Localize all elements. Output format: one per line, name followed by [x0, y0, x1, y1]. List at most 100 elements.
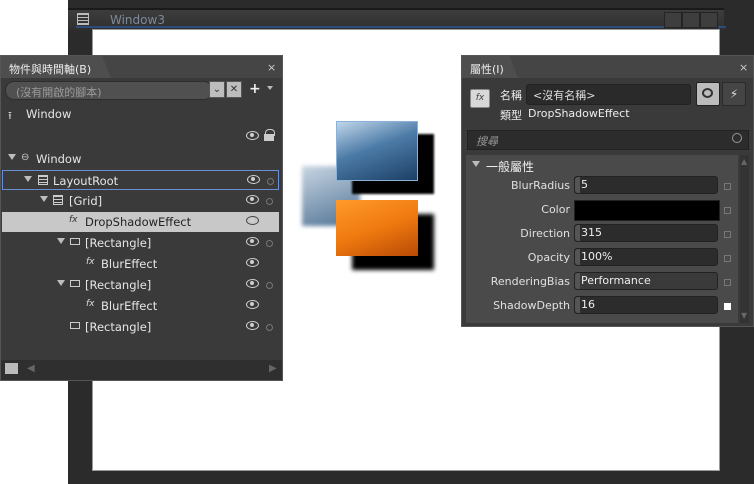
storyboard-placeholder: (沒有開啟的腳本): [16, 86, 102, 99]
panel-title: 屬性(I): [470, 63, 504, 76]
orange-rectangle[interactable]: [336, 200, 418, 256]
rectangle-icon: [70, 322, 80, 329]
tree-item-label: BlurEffect: [101, 299, 158, 313]
shape-group[interactable]: [300, 118, 440, 278]
category-header[interactable]: 一般屬性: [466, 156, 738, 174]
active-document-indicator: [76, 26, 726, 28]
property-row-shadowdepth[interactable]: ShadowDepth 16: [466, 294, 738, 318]
shadowdepth-input[interactable]: 16: [574, 296, 718, 314]
name-value: <沒有名稱>: [533, 89, 596, 102]
scroll-up-icon[interactable]: ▲: [741, 157, 747, 166]
advanced-options-icon[interactable]: [724, 183, 731, 190]
advanced-options-icon[interactable]: [724, 207, 731, 214]
visibility-header-row: [2, 127, 279, 147]
fx-icon: fx: [86, 257, 95, 267]
tree-item-label: [Grid]: [69, 194, 103, 208]
lock-dot-icon[interactable]: [266, 198, 273, 205]
eye-icon[interactable]: [246, 300, 259, 309]
lock-dot-icon[interactable]: [266, 240, 273, 247]
property-row-opacity[interactable]: Opacity 100%: [466, 246, 738, 270]
type-label: 類型: [500, 109, 522, 122]
tree-item-label: [Rectangle]: [85, 320, 152, 334]
tree-item-label: DropShadowEffect: [85, 215, 192, 229]
property-row-blurradius[interactable]: BlurRadius 5: [466, 174, 738, 198]
property-scrollbar[interactable]: ▲ ▼: [740, 155, 749, 323]
close-icon[interactable]: ×: [267, 61, 276, 74]
objects-timeline-panel: 物件與時間軸(B) × (沒有開啟的腳本) ⌄ ✕ + ⭱ Window ⊖ W…: [0, 55, 283, 381]
blue-rectangle[interactable]: [336, 121, 418, 181]
property-row-direction[interactable]: Direction 315: [466, 222, 738, 246]
expand-icon[interactable]: [8, 154, 16, 160]
advanced-options-icon[interactable]: [724, 255, 731, 262]
property-name: BlurRadius: [511, 179, 570, 192]
lock-dot-icon[interactable]: [266, 282, 273, 289]
minimize-button[interactable]: [664, 12, 682, 28]
name-field[interactable]: <沒有名稱>: [526, 84, 691, 105]
properties-view-button[interactable]: [696, 82, 720, 106]
advanced-options-icon[interactable]: [724, 303, 731, 310]
maximize-button[interactable]: [682, 12, 700, 28]
storyboard-dropdown-icon[interactable]: ⌄: [209, 81, 225, 98]
type-value: DropShadowEffect: [528, 107, 630, 120]
blurradius-input[interactable]: 5: [574, 176, 718, 194]
property-value: 315: [581, 226, 602, 239]
eye-icon[interactable]: [247, 175, 260, 184]
scroll-right-icon[interactable]: ▶: [269, 363, 277, 374]
tree-item-blureffect[interactable]: fx BlurEffect: [2, 296, 279, 316]
scroll-left-icon[interactable]: ◀: [27, 363, 35, 374]
close-window-button[interactable]: [700, 12, 718, 28]
tree-item-layoutroot[interactable]: LayoutRoot: [2, 170, 279, 190]
search-placeholder: 搜尋: [476, 135, 498, 148]
eye-icon[interactable]: [246, 237, 259, 246]
document-title: Window3: [110, 13, 165, 27]
panel-header: 物件與時間軸(B) ×: [1, 56, 282, 78]
property-value: Performance: [581, 274, 651, 287]
tree-item-rectangle[interactable]: [Rectangle]: [2, 317, 279, 337]
tree-item-blureffect[interactable]: fx BlurEffect: [2, 254, 279, 274]
close-storyboard-icon[interactable]: ✕: [226, 81, 242, 98]
panel-footer: ◀ ▶: [1, 360, 282, 380]
property-search-input[interactable]: 搜尋: [467, 130, 749, 150]
properties-panel: 屬性(I) × fx 名稱 <沒有名稱> 類型 DropShadowEffect…: [461, 55, 754, 327]
lock-dot-icon[interactable]: [267, 178, 274, 185]
property-row-color[interactable]: Color: [466, 198, 738, 222]
eye-icon[interactable]: [246, 131, 259, 140]
storyboard-selector[interactable]: (沒有開啟的腳本): [5, 81, 213, 100]
close-icon[interactable]: ×: [739, 61, 748, 74]
tree-item-window[interactable]: ⊖ Window: [2, 149, 279, 169]
expand-icon[interactable]: [57, 238, 65, 244]
lock-dot-icon[interactable]: [266, 324, 273, 331]
scroll-down-icon[interactable]: ▼: [741, 311, 747, 320]
tree-item-rectangle[interactable]: [Rectangle]: [2, 275, 279, 295]
eye-icon[interactable]: [246, 279, 259, 288]
expand-icon[interactable]: [57, 280, 65, 286]
tree-item-rectangle[interactable]: [Rectangle]: [2, 233, 279, 253]
eye-icon[interactable]: [246, 258, 259, 267]
property-row-renderingbias[interactable]: RenderingBias Performance ⌄: [466, 270, 738, 294]
color-swatch[interactable]: [574, 200, 720, 221]
tree-item-grid[interactable]: [Grid]: [2, 191, 279, 211]
fx-icon: fx: [86, 299, 95, 309]
panel-title: 物件與時間軸(B): [9, 63, 92, 76]
grid-icon: [53, 195, 63, 205]
collapse-icon[interactable]: [472, 161, 480, 167]
advanced-options-icon[interactable]: [724, 279, 731, 286]
property-value: 100%: [581, 250, 613, 263]
opacity-input[interactable]: 100%: [574, 248, 718, 266]
eye-icon[interactable]: [246, 321, 259, 330]
name-label: 名稱: [500, 89, 522, 102]
eye-icon[interactable]: [246, 216, 259, 225]
tree-item-dropshadoweffect[interactable]: fx DropShadowEffect: [2, 212, 279, 232]
expand-icon[interactable]: [40, 196, 48, 202]
eye-icon[interactable]: [246, 195, 259, 204]
scope-up-icon[interactable]: ⭱: [8, 107, 12, 126]
advanced-options-icon[interactable]: [724, 231, 731, 238]
renderingbias-select[interactable]: Performance ⌄: [574, 272, 718, 290]
events-view-button[interactable]: ⚡: [722, 82, 746, 106]
scope-row[interactable]: ⭱ Window: [2, 104, 279, 124]
timeline-toggle-icon[interactable]: [5, 363, 18, 374]
storyboard-options-icon[interactable]: [267, 86, 273, 90]
direction-input[interactable]: 315: [574, 224, 718, 242]
expand-icon[interactable]: [24, 176, 32, 182]
add-storyboard-icon[interactable]: +: [249, 81, 261, 97]
